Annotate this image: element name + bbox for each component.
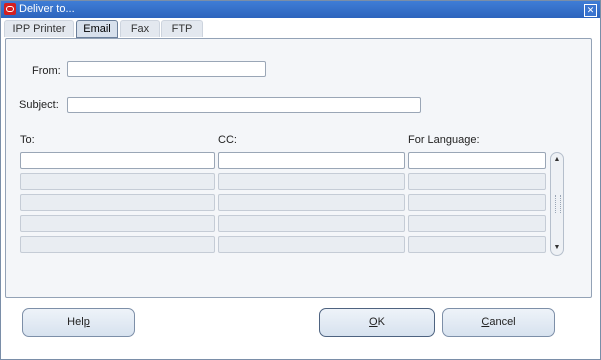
window-title: Deliver to... [19,3,75,15]
scroll-grip-icon[interactable] [555,195,561,213]
to-cell[interactable] [20,215,215,232]
to-cell[interactable] [20,236,215,253]
help-label: Hel [67,316,84,328]
email-panel: From: Subject: To: CC: For Language: ▲ ▼ [5,38,592,298]
to-cell[interactable] [20,173,215,190]
deliver-to-dialog: Deliver to... ✕ IPP Printer Email Fax FT… [0,0,601,360]
language-cell[interactable] [408,173,546,190]
language-cell[interactable] [408,236,546,253]
subject-label: Subject: [19,99,59,111]
cancel-label-rest: ancel [489,316,516,328]
ok-button[interactable]: OK [319,308,435,337]
tab-email[interactable]: Email [76,20,118,38]
to-column-header: To: [20,134,35,146]
subject-field[interactable] [67,97,421,113]
ok-mnemonic: O [369,316,378,328]
cc-cell[interactable] [218,152,405,169]
language-cell[interactable] [408,215,546,232]
scroll-down-icon[interactable]: ▼ [553,244,561,252]
language-cell[interactable] [408,194,546,211]
scroll-up-icon[interactable]: ▲ [553,156,561,164]
language-column-header: For Language: [408,134,480,146]
cancel-button[interactable]: Cancel [442,308,555,337]
title-bar: Deliver to... ✕ [1,1,600,18]
cc-cell[interactable] [218,173,405,190]
language-cell[interactable] [408,152,546,169]
oracle-icon [4,3,16,15]
vertical-scrollbar[interactable]: ▲ ▼ [550,152,564,256]
tab-ipp-printer[interactable]: IPP Printer [4,20,74,37]
cc-column-header: CC: [218,134,237,146]
tab-ftp[interactable]: FTP [161,20,203,37]
cc-cell[interactable] [218,194,405,211]
close-icon[interactable]: ✕ [584,4,597,17]
tab-fax[interactable]: Fax [120,20,160,37]
to-cell[interactable] [20,194,215,211]
from-label: From: [32,65,61,77]
help-mnemonic: p [83,316,90,328]
help-button[interactable]: Help [22,308,135,337]
ok-label-rest: K [377,316,385,328]
to-cell[interactable] [20,152,215,169]
cc-cell[interactable] [218,215,405,232]
from-field[interactable] [67,61,266,77]
cc-cell[interactable] [218,236,405,253]
